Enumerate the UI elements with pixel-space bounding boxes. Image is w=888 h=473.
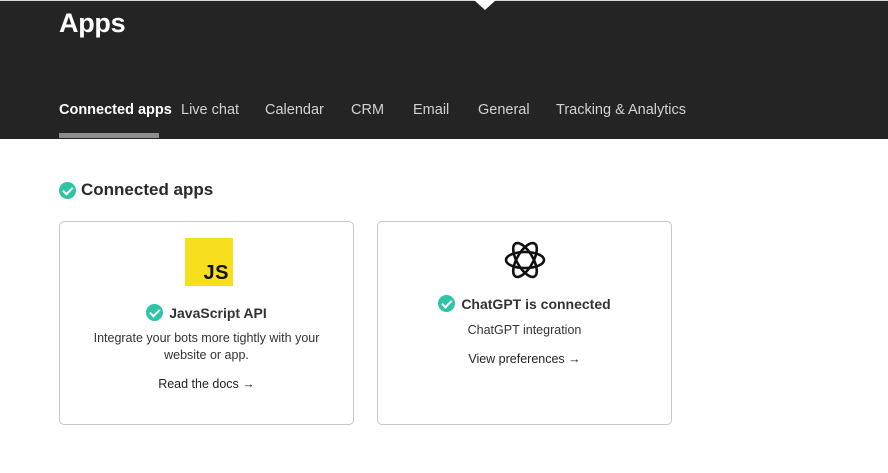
tab-general[interactable]: General [478,102,530,118]
card-title: ChatGPT is connected [461,295,611,312]
javascript-logo-text: JS [203,262,229,284]
card-description: ChatGPT integration [467,323,582,337]
tab-crm[interactable]: CRM [351,102,384,118]
card-title-row: JavaScript API [60,304,353,321]
read-docs-link[interactable]: Read the docs → [60,377,353,391]
tab-calendar[interactable]: Calendar [265,102,324,118]
header-top-border [0,0,888,1]
chatgpt-card: ChatGPT is connected ChatGPT integration… [377,221,672,425]
view-preferences-link[interactable]: View preferences → [378,352,671,366]
section-title: Connected apps [81,180,214,199]
check-circle-icon [438,295,456,312]
tab-connected-apps[interactable]: Connected apps [59,102,172,118]
header-bar: Apps Connected apps Live chat Calendar C… [0,0,888,139]
page-title: Apps [59,8,126,38]
tab-live-chat[interactable]: Live chat [181,102,239,118]
active-tab-indicator [59,133,159,138]
openai-icon [504,241,546,279]
card-title: JavaScript API [169,304,267,321]
javascript-api-card: JS JavaScript API Integrate your bots mo… [59,221,354,425]
dropdown-caret-icon [474,0,496,10]
card-description: Integrate your bots more tightly with yo… [93,331,320,362]
check-circle-icon [146,304,164,321]
card-title-row: ChatGPT is connected [378,295,671,312]
javascript-logo-icon: JS [185,238,233,286]
tab-tracking-analytics[interactable]: Tracking & Analytics [556,102,686,118]
tab-email[interactable]: Email [413,102,449,118]
check-circle-icon [59,181,76,199]
section-heading: Connected apps [59,180,213,200]
